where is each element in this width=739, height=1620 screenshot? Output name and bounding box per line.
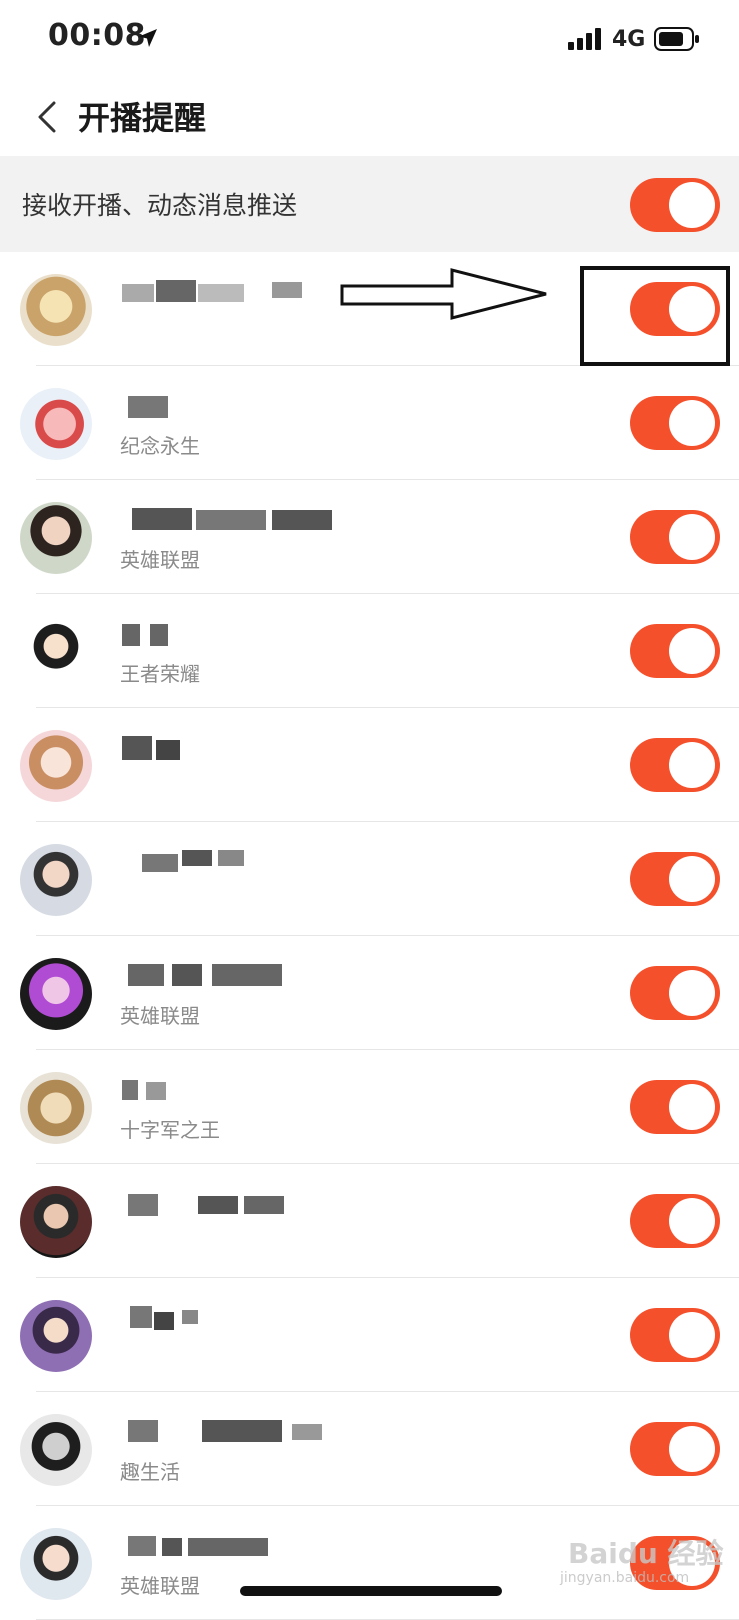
notify-toggle[interactable] xyxy=(630,624,720,678)
avatar[interactable] xyxy=(20,1528,92,1600)
list-item xyxy=(0,822,739,936)
annotation-arrow-icon xyxy=(340,268,547,320)
list-item: 英雄联盟 xyxy=(0,480,739,594)
list-item xyxy=(0,1164,739,1278)
avatar[interactable] xyxy=(20,1414,92,1486)
notify-toggle[interactable] xyxy=(630,738,720,792)
list-item-subtitle: 纪念永生 xyxy=(120,434,200,458)
notify-toggle[interactable] xyxy=(630,1308,720,1362)
list-item-subtitle: 十字军之王 xyxy=(120,1118,220,1142)
list-item: 英雄联盟 xyxy=(0,936,739,1050)
toggle-knob xyxy=(669,1198,715,1244)
avatar[interactable] xyxy=(20,730,92,802)
master-push-row: 接收开播、动态消息推送 xyxy=(0,156,739,252)
toggle-knob xyxy=(669,400,715,446)
master-push-label: 接收开播、动态消息推送 xyxy=(22,191,298,220)
streamer-list: 纪念永生 英雄联盟 王者荣耀 英雄联盟 十字军之王 趣生活 英雄联盟 xyxy=(0,252,739,1620)
notify-toggle[interactable] xyxy=(630,966,720,1020)
list-item: 趣生活 xyxy=(0,1392,739,1506)
network-label: 4G xyxy=(612,27,646,52)
toggle-knob xyxy=(669,182,715,228)
battery-icon xyxy=(654,27,699,51)
notify-toggle[interactable] xyxy=(630,1422,720,1476)
home-indicator[interactable] xyxy=(240,1586,502,1596)
signal-icon xyxy=(568,28,601,50)
baidu-watermark: Baidu 经验 xyxy=(568,1537,724,1570)
toggle-knob xyxy=(669,742,715,788)
avatar[interactable] xyxy=(20,1186,92,1258)
toggle-knob xyxy=(669,1084,715,1130)
avatar[interactable] xyxy=(20,844,92,916)
status-bar: 00:08 4G xyxy=(0,0,739,80)
list-item: 纪念永生 xyxy=(0,366,739,480)
list-item-subtitle: 英雄联盟 xyxy=(120,1004,200,1028)
chevron-left-icon[interactable] xyxy=(34,97,60,137)
baidu-watermark-url: jingyan.baidu.com xyxy=(560,1570,690,1586)
avatar[interactable] xyxy=(20,502,92,574)
notify-toggle[interactable] xyxy=(630,1080,720,1134)
list-item xyxy=(0,1278,739,1392)
toggle-knob xyxy=(669,628,715,674)
list-item: 十字军之王 xyxy=(0,1050,739,1164)
notify-toggle[interactable] xyxy=(630,1194,720,1248)
notify-toggle[interactable] xyxy=(630,396,720,450)
avatar[interactable] xyxy=(20,1072,92,1144)
toggle-knob xyxy=(669,514,715,560)
list-item-subtitle: 英雄联盟 xyxy=(120,1574,200,1598)
list-item-subtitle: 王者荣耀 xyxy=(120,662,200,686)
location-arrow-icon xyxy=(139,29,157,47)
page-title: 开播提醒 xyxy=(78,99,207,137)
avatar[interactable] xyxy=(20,616,92,688)
list-item xyxy=(0,708,739,822)
toggle-knob xyxy=(669,856,715,902)
annotation-highlight-box xyxy=(580,266,730,366)
list-item-subtitle: 英雄联盟 xyxy=(120,548,200,572)
avatar[interactable] xyxy=(20,1300,92,1372)
nav-bar: 开播提醒 xyxy=(0,80,739,156)
avatar[interactable] xyxy=(20,274,92,346)
master-push-toggle[interactable] xyxy=(630,178,720,232)
toggle-knob xyxy=(669,1426,715,1472)
avatar[interactable] xyxy=(20,388,92,460)
toggle-knob xyxy=(669,970,715,1016)
toggle-knob xyxy=(669,1312,715,1358)
avatar[interactable] xyxy=(20,958,92,1030)
status-time: 00:08 xyxy=(48,18,146,53)
notify-toggle[interactable] xyxy=(630,852,720,906)
list-item: 王者荣耀 xyxy=(0,594,739,708)
notify-toggle[interactable] xyxy=(630,510,720,564)
list-item-subtitle: 趣生活 xyxy=(120,1460,180,1484)
